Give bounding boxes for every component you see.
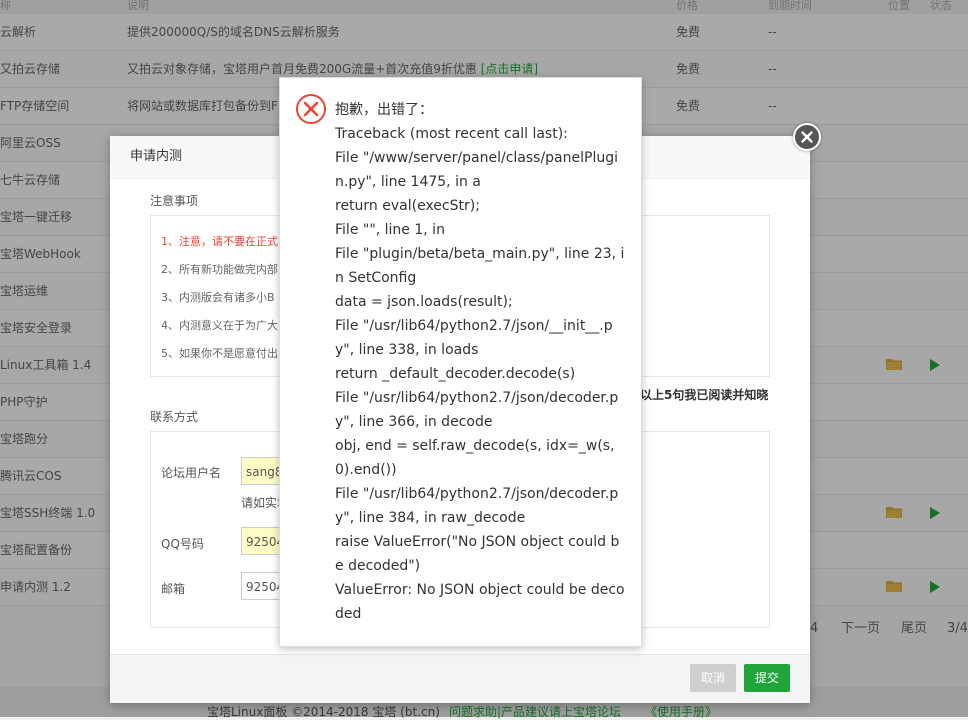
notice-item: 3、内测版会有诸多小B (161, 291, 275, 304)
error-popup: 抱歉，出错了： Traceback (most recent call last)… (279, 77, 642, 647)
dialog-footer: 取消 提交 (110, 654, 810, 703)
email-label: 邮箱 (161, 582, 186, 596)
error-line: Traceback (most recent call last): (335, 126, 568, 142)
cancel-button[interactable]: 取消 (690, 664, 736, 692)
error-line: File "/usr/lib64/python2.7/json/__init__… (335, 318, 613, 358)
notice-item: 4、内测意义在于为广大 (161, 319, 278, 332)
close-icon[interactable] (793, 123, 821, 151)
error-line: obj, end = self.raw_decode(s, idx=_w(s, … (335, 438, 615, 478)
notice-item: 2、所有新功能做完内部 (161, 263, 278, 276)
qq-label: QQ号码 (161, 537, 204, 551)
error-line: 抱歉，出错了： (335, 102, 433, 118)
error-message: 抱歉，出错了： Traceback (most recent call last)… (335, 98, 625, 626)
error-line: File "plugin/beta/beta_main.py", line 23… (335, 246, 625, 286)
error-line: File "/www/server/panel/class/panelPlugi… (335, 150, 618, 190)
error-line: File "/usr/lib64/python2.7/json/decoder.… (335, 486, 619, 526)
notice-item: 5、如果你不是愿意付出 (161, 347, 278, 360)
contact-section-title: 联系方式 (150, 410, 199, 424)
notice-item: 1、注意，请不要在正式 (161, 235, 278, 248)
agree-checkbox-label[interactable]: 以上5句我已阅读并知晓 (640, 386, 768, 403)
error-icon (295, 93, 327, 125)
error-line: return _default_decoder.decode(s) (335, 366, 576, 382)
error-line: File "/usr/lib64/python2.7/json/decoder.… (335, 390, 619, 430)
forum-username-label: 论坛用户名 (161, 466, 222, 480)
submit-button[interactable]: 提交 (744, 664, 790, 692)
notice-section-title: 注意事项 (150, 194, 199, 208)
error-line: raise ValueError("No JSON object could b… (335, 534, 620, 574)
error-line: ValueError: No JSON object could be deco… (335, 582, 625, 622)
error-line: File "", line 1, in (335, 222, 445, 238)
error-line: return eval(execStr); (335, 198, 480, 214)
error-line: data = json.loads(result); (335, 294, 513, 310)
